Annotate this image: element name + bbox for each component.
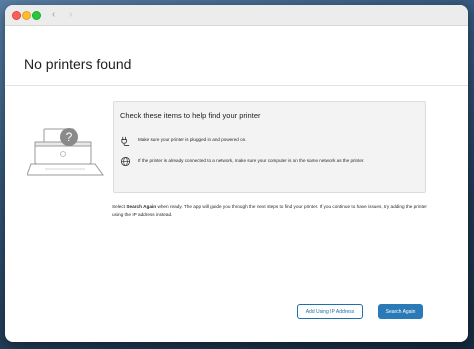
- header-divider: [5, 85, 468, 86]
- window-close-button[interactable]: [12, 11, 21, 20]
- title-bar: ‹ ›: [5, 5, 468, 26]
- checklist-item-text: If the printer is already connected to a…: [138, 158, 365, 163]
- checklist-item-text: Make sure your printer is plugged in and…: [138, 137, 247, 142]
- add-using-ip-address-button[interactable]: Add Using IP Address: [297, 304, 363, 319]
- instructions-prefix: Select: [112, 204, 127, 209]
- help-checklist-panel: Check these items to help find your prin…: [113, 101, 426, 193]
- page-title: No printers found: [24, 56, 132, 72]
- printer-question-illustration-icon: ?: [27, 128, 104, 176]
- network-globe-icon: [120, 156, 131, 167]
- search-again-button[interactable]: Search Again: [378, 304, 423, 319]
- svg-text:?: ?: [66, 130, 73, 144]
- search-again-emphasis: Search Again: [126, 204, 157, 209]
- instructions-suffix: when ready. The app will guide you throu…: [112, 204, 427, 217]
- forward-arrow-icon[interactable]: ›: [69, 9, 72, 21]
- checklist-title: Check these items to help find your prin…: [120, 111, 261, 120]
- app-window: ‹ › No printers found ? Check these item…: [5, 5, 468, 342]
- instructions-text: Select Search Again when ready. The app …: [112, 203, 432, 218]
- back-arrow-icon[interactable]: ‹: [52, 9, 55, 21]
- window-maximize-button[interactable]: [32, 11, 41, 20]
- window-minimize-button[interactable]: [22, 11, 31, 20]
- power-plug-icon: [121, 136, 130, 146]
